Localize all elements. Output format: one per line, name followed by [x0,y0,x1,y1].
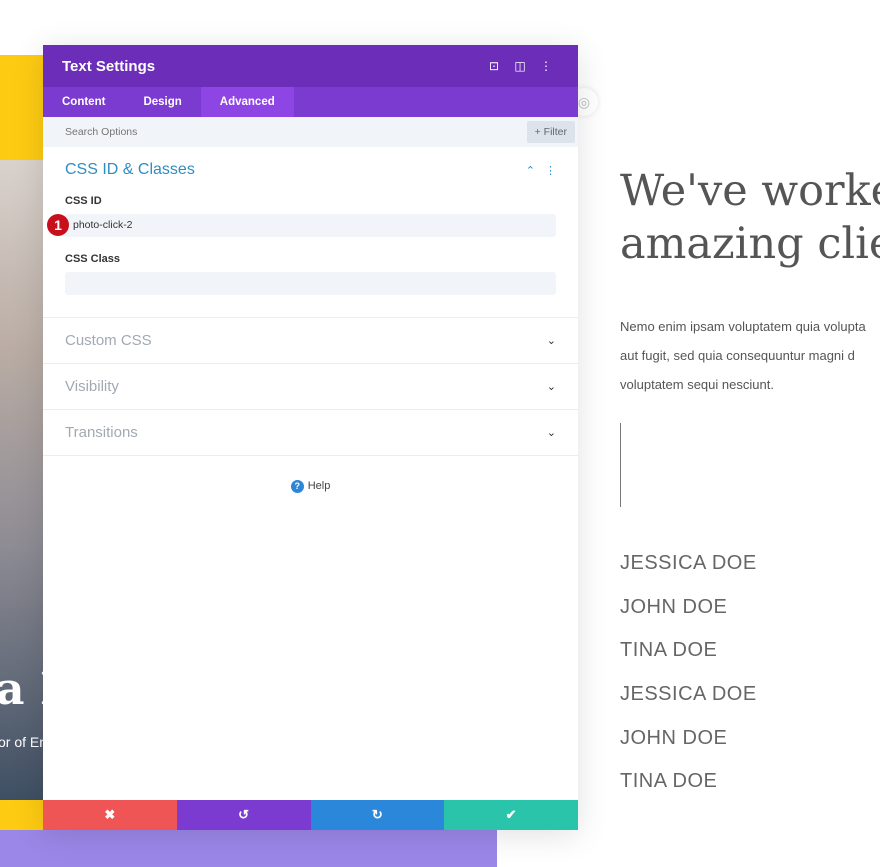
photo-subtitle: or of En [0,734,48,750]
search-bar: + Filter [43,117,578,147]
section-title: Visibility [65,378,119,395]
help-link[interactable]: ? Help [43,480,578,493]
chevron-down-icon[interactable]: ⌄ [547,334,556,347]
page-heading: We've worke amazing clie [620,166,880,269]
section-custom-css[interactable]: Custom CSS ⌄ [43,318,578,364]
css-class-label: CSS Class [65,253,121,265]
help-label: Help [307,480,331,492]
yellow-block [0,55,43,160]
names-list: JESSICA DOE JOHN DOE TINA DOE JESSICA DO… [620,548,757,810]
css-id-value: photo-click-2 [73,219,133,231]
tab-design[interactable]: Design [124,87,200,117]
split-view-icon[interactable]: ◫ [507,59,533,73]
chevron-up-icon[interactable]: ⌃ [526,164,535,177]
tab-advanced[interactable]: Advanced [200,87,294,117]
yellow-strip [0,800,43,830]
modal-header: Text Settings ⊡ ◫ ⋮ [43,45,578,87]
tab-bar: Content Design Advanced [43,87,578,117]
section-title: Custom CSS [65,332,152,349]
more-options-icon[interactable]: ⋮ [533,59,559,73]
modal-title: Text Settings [62,57,156,75]
fullscreen-icon[interactable]: ⊡ [481,59,507,73]
section-transitions[interactable]: Transitions ⌄ [43,410,578,456]
page-paragraph: Nemo enim ipsam voluptatem quia volupta a… [620,319,866,392]
purple-band [0,830,497,867]
chevron-down-icon[interactable]: ⌄ [547,426,556,439]
redo-button[interactable]: ↻ [310,800,445,830]
section-menu-icon[interactable]: ⋮ [545,164,556,177]
filter-button[interactable]: + Filter [526,121,575,143]
tab-content[interactable]: Content [43,87,124,117]
section-visibility[interactable]: Visibility ⌄ [43,364,578,410]
list-item: JOHN DOE [620,726,728,749]
text-settings-modal: Text Settings ⊡ ◫ ⋮ Content Design Advan… [43,45,578,830]
list-item: JOHN DOE [620,595,728,618]
section-css-id-classes: CSS ID & Classes ⌃ ⋮ CSS ID 1 photo-clic… [43,147,578,318]
undo-button[interactable]: ↺ [176,800,311,830]
list-item: TINA DOE [620,639,718,662]
section-title: Transitions [65,424,138,441]
divider-line [620,423,621,507]
help-icon: ? [290,480,304,493]
css-id-label: CSS ID [65,195,102,207]
css-id-input[interactable]: 1 photo-click-2 [47,214,556,237]
save-button[interactable]: ✔ [444,800,578,830]
search-input[interactable] [65,126,527,138]
list-item: JESSICA DOE [620,683,757,706]
section-title: CSS ID & Classes [65,161,195,178]
step-badge: 1 [47,214,69,236]
modal-footer: ✖ ↺ ↻ ✔ [43,800,578,830]
list-item: JESSICA DOE [620,552,757,574]
chevron-down-icon[interactable]: ⌄ [547,380,556,393]
list-item: TINA DOE [620,770,718,793]
section-header[interactable]: CSS ID & Classes ⌃ ⋮ [65,161,556,179]
cancel-button[interactable]: ✖ [43,800,177,830]
css-class-input[interactable] [65,272,556,295]
